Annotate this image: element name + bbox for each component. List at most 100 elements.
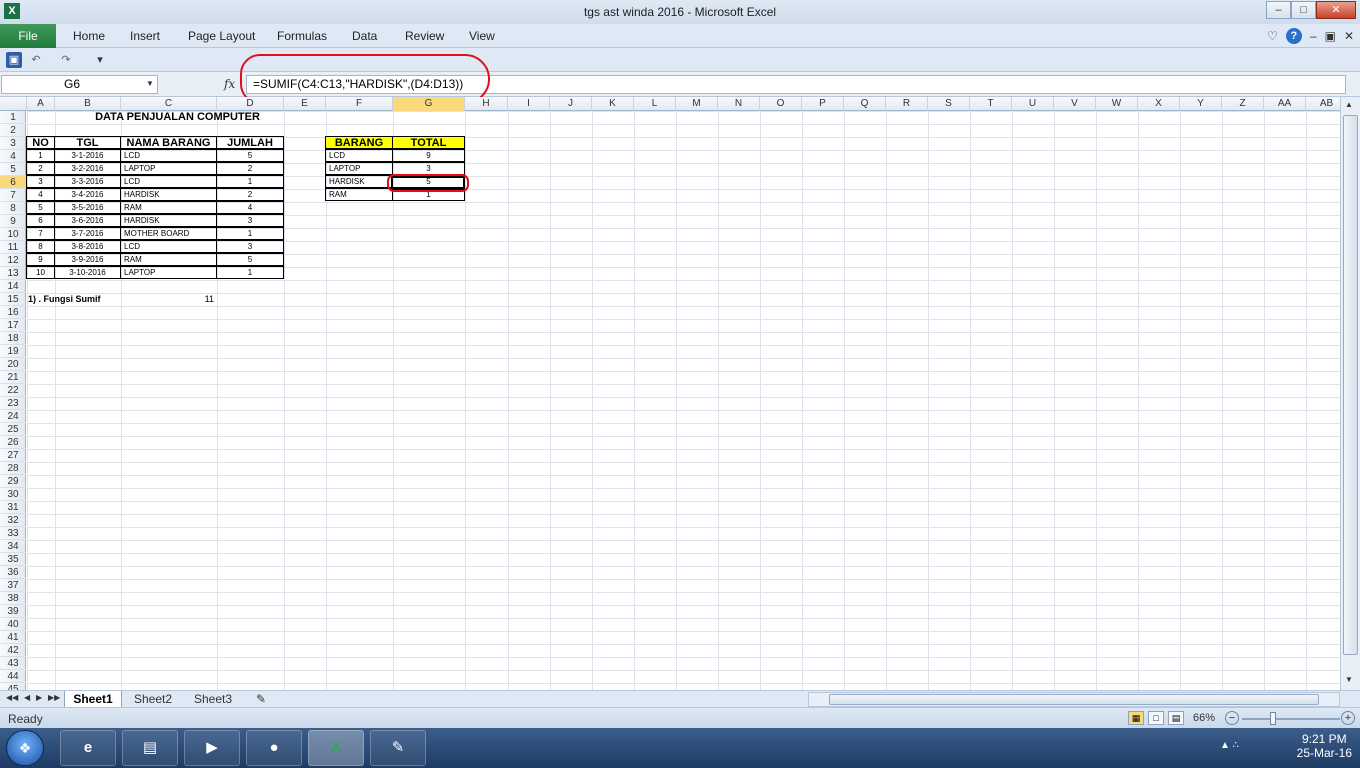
column-header[interactable]: P — [802, 97, 844, 111]
column-header[interactable]: G — [393, 97, 465, 111]
main-table-cell[interactable]: 2 — [26, 162, 55, 175]
summary-table-cell[interactable]: 5 — [392, 175, 465, 188]
column-header[interactable]: C — [121, 97, 217, 111]
normal-view-icon[interactable]: ▦ — [1128, 711, 1144, 725]
row-header[interactable]: 27 — [0, 449, 26, 462]
main-table-cell[interactable]: 3-1-2016 — [54, 149, 121, 162]
workbook-minimize-icon[interactable]: – — [1310, 29, 1317, 43]
row-header[interactable]: 31 — [0, 501, 26, 514]
main-table-cell[interactable]: 8 — [26, 240, 55, 253]
row-header[interactable]: 32 — [0, 514, 26, 527]
column-header[interactable]: Y — [1180, 97, 1222, 111]
main-table-cell[interactable]: 3-10-2016 — [54, 266, 121, 279]
select-all-corner[interactable] — [0, 97, 27, 111]
main-table-header[interactable]: TGL — [54, 136, 121, 149]
maximize-button[interactable]: □ — [1291, 1, 1316, 19]
tab-view[interactable]: View — [469, 29, 495, 43]
scroll-up-icon[interactable]: ▲ — [1345, 100, 1353, 109]
row-header[interactable]: 24 — [0, 410, 26, 423]
workbook-restore-icon[interactable]: ▣ — [1325, 29, 1336, 43]
main-table-cell[interactable]: 1 — [216, 175, 284, 188]
prev-sheet-icon[interactable]: ◀ — [24, 693, 30, 702]
main-table-cell[interactable]: 7 — [26, 227, 55, 240]
vertical-scrollbar[interactable]: ▲ ▼ — [1340, 97, 1360, 690]
main-table-cell[interactable]: 1 — [216, 266, 284, 279]
column-header[interactable]: X — [1138, 97, 1180, 111]
internet-explorer-icon[interactable]: e — [60, 730, 116, 766]
last-sheet-icon[interactable]: ▶▶ — [48, 693, 60, 702]
column-header[interactable]: J — [550, 97, 592, 111]
main-table-cell[interactable]: MOTHER BOARD — [120, 227, 217, 240]
main-table-cell[interactable]: 3-9-2016 — [54, 253, 121, 266]
column-header[interactable]: M — [676, 97, 718, 111]
column-header[interactable]: H — [465, 97, 508, 111]
media-player-icon[interactable]: ▶ — [184, 730, 240, 766]
main-table-cell[interactable]: 1 — [26, 149, 55, 162]
zoom-in-icon[interactable]: + — [1341, 711, 1355, 725]
main-table-cell[interactable]: 2 — [216, 162, 284, 175]
main-table-cell[interactable]: 9 — [26, 253, 55, 266]
summary-table-cell[interactable]: 1 — [392, 188, 465, 201]
row-header[interactable]: 20 — [0, 358, 26, 371]
summary-table-cell[interactable]: RAM — [325, 188, 393, 201]
worksheet-grid[interactable]: A B C D E F G H I J K L M N O P Q R S T U V W X Y Z AA AB 123456789… — [0, 97, 1340, 690]
tab-review[interactable]: Review — [405, 29, 444, 43]
row-header[interactable]: 33 — [0, 527, 26, 540]
customize-qat-icon[interactable]: ▾ — [92, 52, 108, 68]
row-header[interactable]: 9 — [0, 215, 26, 228]
row-header[interactable]: 37 — [0, 579, 26, 592]
formula-input[interactable]: =SUMIF(C4:C13,"HARDISK",(D4:D13)) — [246, 75, 1346, 94]
column-header[interactable]: W — [1096, 97, 1138, 111]
row-header[interactable]: 15 — [0, 293, 26, 306]
scroll-down-icon[interactable]: ▼ — [1345, 675, 1353, 684]
main-table-cell[interactable]: 5 — [216, 149, 284, 162]
row-header[interactable]: 25 — [0, 423, 26, 436]
row-header[interactable]: 22 — [0, 384, 26, 397]
first-sheet-icon[interactable]: ◀◀ — [6, 693, 18, 702]
paint-icon[interactable]: ✎ — [370, 730, 426, 766]
summary-table-cell[interactable]: LAPTOP — [325, 162, 393, 175]
row-header[interactable]: 39 — [0, 605, 26, 618]
column-header[interactable]: V — [1054, 97, 1096, 111]
firefox-icon[interactable]: ● — [246, 730, 302, 766]
main-table-cell[interactable]: HARDISK — [120, 188, 217, 201]
main-table-cell[interactable]: LCD — [120, 175, 217, 188]
main-table-cell[interactable]: 3-2-2016 — [54, 162, 121, 175]
row-header[interactable]: 6 — [0, 176, 26, 189]
main-table-cell[interactable]: 6 — [26, 214, 55, 227]
row-header[interactable]: 45 — [0, 683, 26, 690]
page-break-view-icon[interactable]: ▤ — [1168, 711, 1184, 725]
row-header[interactable]: 28 — [0, 462, 26, 475]
row-header[interactable]: 38 — [0, 592, 26, 605]
row-header[interactable]: 30 — [0, 488, 26, 501]
system-tray-icons[interactable]: ▲ ∴ — [1220, 740, 1239, 751]
file-explorer-icon[interactable]: ▤ — [122, 730, 178, 766]
column-header[interactable]: T — [970, 97, 1012, 111]
column-header[interactable]: Q — [844, 97, 886, 111]
main-table-cell[interactable]: 5 — [216, 253, 284, 266]
row-header[interactable]: 42 — [0, 644, 26, 657]
row-header[interactable]: 11 — [0, 241, 26, 254]
row-header[interactable]: 14 — [0, 280, 26, 293]
vertical-scroll-thumb[interactable] — [1343, 115, 1358, 655]
name-box[interactable]: G6 — [1, 75, 158, 94]
horizontal-scrollbar[interactable] — [808, 692, 1340, 707]
main-table-header[interactable]: JUMLAH — [216, 136, 284, 149]
workbook-close-icon[interactable]: ✕ — [1344, 29, 1354, 43]
row-header[interactable]: 35 — [0, 553, 26, 566]
row-header[interactable]: 18 — [0, 332, 26, 345]
row-header[interactable]: 12 — [0, 254, 26, 267]
row-header[interactable]: 41 — [0, 631, 26, 644]
column-header[interactable]: B — [55, 97, 121, 111]
column-header[interactable]: D — [217, 97, 284, 111]
zoom-level[interactable]: 66% — [1193, 712, 1215, 724]
main-table-cell[interactable]: 3 — [216, 214, 284, 227]
main-table-header[interactable]: NAMA BARANG — [120, 136, 217, 149]
main-table-cell[interactable]: RAM — [120, 253, 217, 266]
row-header[interactable]: 40 — [0, 618, 26, 631]
row-header[interactable]: 34 — [0, 540, 26, 553]
sheet-tab-sheet2[interactable]: Sheet2 — [124, 691, 182, 708]
main-table-cell[interactable]: 5 — [26, 201, 55, 214]
tab-formulas[interactable]: Formulas — [277, 29, 327, 43]
row-header[interactable]: 19 — [0, 345, 26, 358]
